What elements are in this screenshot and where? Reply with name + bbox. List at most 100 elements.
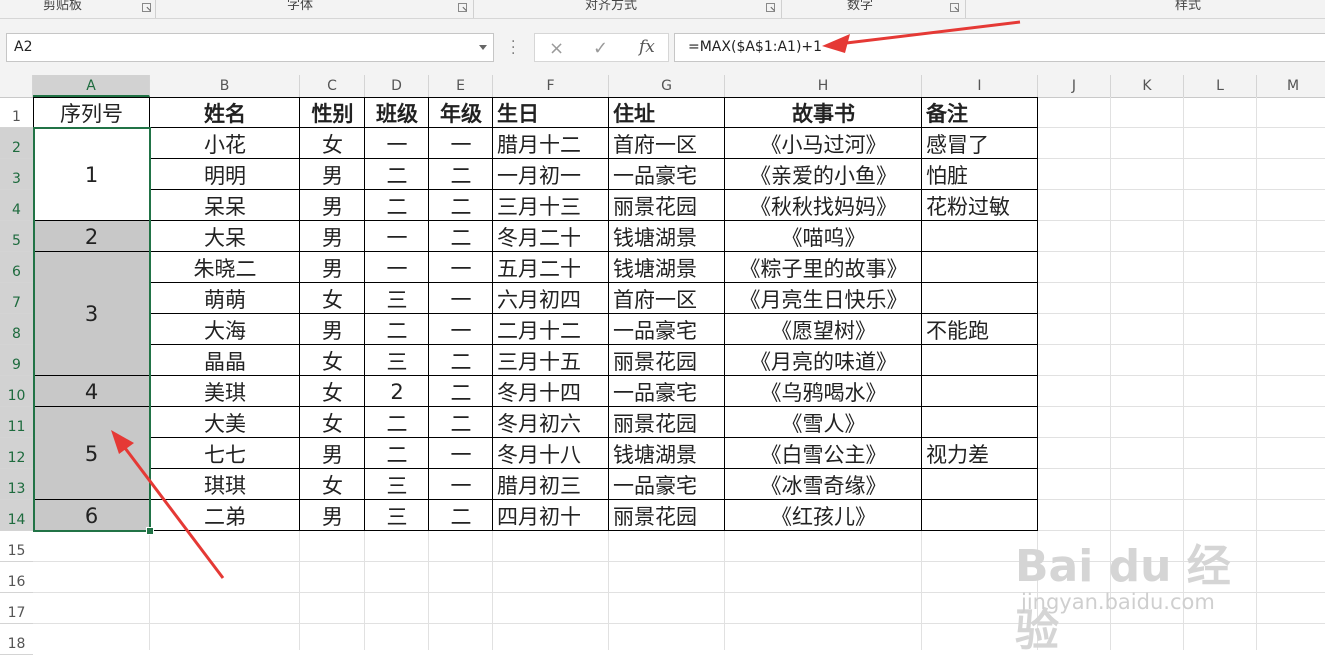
cell-birthday[interactable]: 四月初十 — [493, 500, 609, 531]
cell-grade[interactable]: 一 — [429, 128, 493, 159]
cell-address[interactable]: 一品豪宅 — [609, 159, 725, 190]
cell-gender[interactable]: 男 — [300, 159, 365, 190]
grip-dots-icon[interactable]: · · · — [511, 35, 517, 61]
dialog-launcher-icon[interactable] — [458, 3, 467, 12]
cancel-icon[interactable]: × — [549, 38, 564, 59]
name-box[interactable]: A2 — [6, 33, 494, 62]
select-all-corner[interactable] — [0, 75, 33, 97]
row-header[interactable]: 10 — [0, 376, 33, 407]
cell-name[interactable]: 大美 — [150, 407, 300, 438]
cell-storybook[interactable]: 《红孩儿》 — [725, 500, 922, 531]
cell-address[interactable]: 钱塘湖景 — [609, 221, 725, 252]
cell-class[interactable]: 三 — [365, 500, 429, 531]
fill-handle[interactable] — [146, 527, 154, 535]
cell-storybook[interactable]: 《秋秋找妈妈》 — [725, 190, 922, 221]
row-header[interactable]: 11 — [0, 407, 33, 438]
cell-class[interactable]: 三 — [365, 283, 429, 314]
cell-name[interactable]: 明明 — [150, 159, 300, 190]
cell-storybook[interactable]: 《月亮的味道》 — [725, 345, 922, 376]
row-header[interactable]: 12 — [0, 438, 33, 469]
row-header[interactable]: 13 — [0, 469, 33, 500]
cell-grade[interactable]: 一 — [429, 283, 493, 314]
row-header[interactable]: 15 — [0, 531, 33, 562]
cell-gender[interactable]: 男 — [300, 252, 365, 283]
cell-storybook[interactable]: 《白雪公主》 — [725, 438, 922, 469]
cell-address[interactable]: 一品豪宅 — [609, 314, 725, 345]
cell-storybook[interactable]: 《月亮生日快乐》 — [725, 283, 922, 314]
dialog-launcher-icon[interactable] — [142, 3, 151, 12]
row-header[interactable]: 2 — [0, 128, 33, 159]
enter-icon[interactable]: ✓ — [593, 38, 608, 59]
cell-grade[interactable]: 一 — [429, 252, 493, 283]
column-header-c[interactable]: C — [300, 75, 365, 97]
cell-gender[interactable]: 女 — [300, 407, 365, 438]
cell-name[interactable]: 萌萌 — [150, 283, 300, 314]
cell-birthday[interactable]: 二月十二 — [493, 314, 609, 345]
cell-grade[interactable]: 二 — [429, 500, 493, 531]
header-cell-grade[interactable]: 年级 — [429, 97, 493, 128]
dialog-launcher-icon[interactable] — [950, 3, 959, 12]
cell-remarks[interactable] — [922, 500, 1038, 531]
cell-grade[interactable]: 一 — [429, 469, 493, 500]
cell-gender[interactable]: 女 — [300, 345, 365, 376]
cell-grade[interactable]: 一 — [429, 438, 493, 469]
cell-remarks[interactable]: 感冒了 — [922, 128, 1038, 159]
column-header-l[interactable]: L — [1184, 75, 1257, 97]
cell-class[interactable]: 三 — [365, 469, 429, 500]
cell-birthday[interactable]: 冬月十八 — [493, 438, 609, 469]
cell-address[interactable]: 丽景花园 — [609, 190, 725, 221]
cell-gender[interactable]: 男 — [300, 500, 365, 531]
cell-remarks[interactable] — [922, 469, 1038, 500]
column-header-m[interactable]: M — [1257, 75, 1325, 97]
cell-storybook[interactable]: 《亲爱的小鱼》 — [725, 159, 922, 190]
cell-address[interactable]: 钱塘湖景 — [609, 252, 725, 283]
chevron-down-icon[interactable] — [479, 45, 487, 50]
cell-remarks[interactable]: 视力差 — [922, 438, 1038, 469]
cell-birthday[interactable]: 三月十三 — [493, 190, 609, 221]
cell-storybook[interactable]: 《喵呜》 — [725, 221, 922, 252]
row-header[interactable]: 18 — [0, 624, 33, 655]
column-header-e[interactable]: E — [429, 75, 493, 97]
cell-remarks[interactable] — [922, 407, 1038, 438]
row-header[interactable]: 5 — [0, 221, 33, 252]
cell-name[interactable]: 大呆 — [150, 221, 300, 252]
cell-address[interactable]: 一品豪宅 — [609, 376, 725, 407]
cell-name[interactable]: 晶晶 — [150, 345, 300, 376]
cell-class[interactable]: 二 — [365, 407, 429, 438]
cell-address[interactable]: 一品豪宅 — [609, 469, 725, 500]
cell-class[interactable]: 三 — [365, 345, 429, 376]
cell-gender[interactable]: 男 — [300, 221, 365, 252]
cell-name[interactable]: 呆呆 — [150, 190, 300, 221]
cell-class[interactable]: 二 — [365, 159, 429, 190]
cell-name[interactable]: 琪琪 — [150, 469, 300, 500]
cell-storybook[interactable]: 《小马过河》 — [725, 128, 922, 159]
cell-remarks[interactable] — [922, 221, 1038, 252]
cell-class[interactable]: 二 — [365, 438, 429, 469]
cell-class[interactable]: 2 — [365, 376, 429, 407]
cell-remarks[interactable] — [922, 376, 1038, 407]
cell-remarks[interactable]: 怕脏 — [922, 159, 1038, 190]
cell-birthday[interactable]: 腊月初三 — [493, 469, 609, 500]
cell-class[interactable]: 一 — [365, 128, 429, 159]
row-header[interactable]: 6 — [0, 252, 33, 283]
row-header[interactable]: 3 — [0, 159, 33, 190]
cell-grade[interactable]: 二 — [429, 159, 493, 190]
cell-class[interactable]: 一 — [365, 252, 429, 283]
cell-address[interactable]: 丽景花园 — [609, 407, 725, 438]
cell-grade[interactable]: 二 — [429, 407, 493, 438]
cell-gender[interactable]: 女 — [300, 283, 365, 314]
cell-gender[interactable]: 男 — [300, 190, 365, 221]
cell-remarks[interactable] — [922, 283, 1038, 314]
cell-class[interactable]: 二 — [365, 314, 429, 345]
cell-name[interactable]: 大海 — [150, 314, 300, 345]
cell-address[interactable]: 首府一区 — [609, 128, 725, 159]
cell-address[interactable]: 丽景花园 — [609, 500, 725, 531]
cell-remarks[interactable]: 花粉过敏 — [922, 190, 1038, 221]
row-header[interactable]: 9 — [0, 345, 33, 376]
row-header[interactable]: 14 — [0, 500, 33, 531]
cell-birthday[interactable]: 冬月初六 — [493, 407, 609, 438]
cell-birthday[interactable]: 三月十五 — [493, 345, 609, 376]
column-header-h[interactable]: H — [725, 75, 922, 97]
cell-name[interactable]: 小花 — [150, 128, 300, 159]
cell-name[interactable]: 七七 — [150, 438, 300, 469]
